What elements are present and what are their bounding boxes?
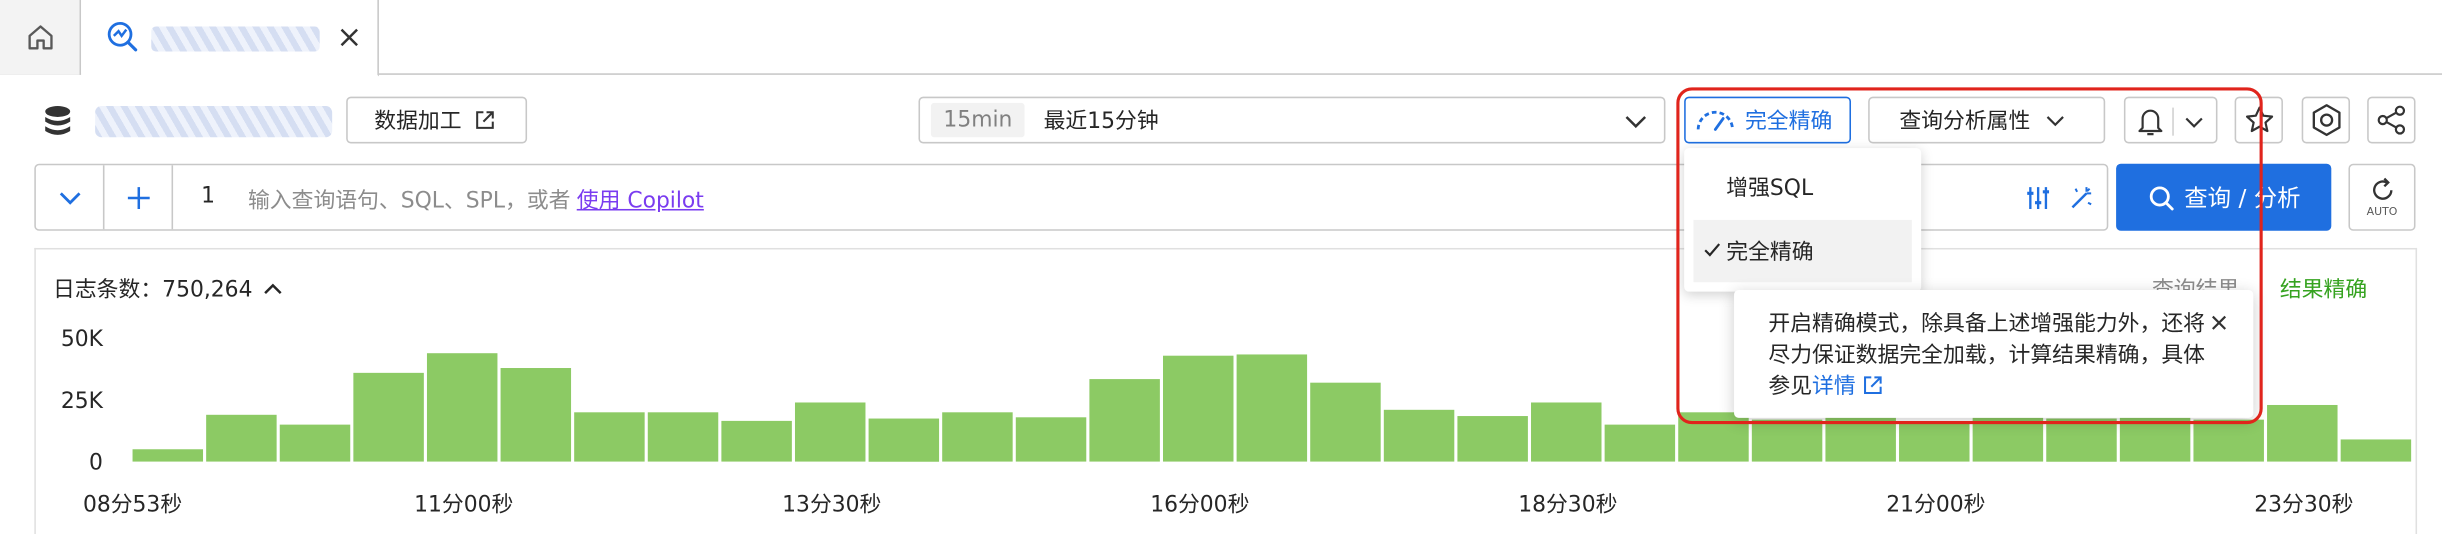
histogram-bar[interactable] — [132, 449, 204, 462]
tooltip-text: 开启精确模式，除具备上述增强能力外，还将尽力保证数据完全加载，计算结果精确，具体… — [1768, 309, 2205, 403]
histogram-bar[interactable] — [1972, 414, 2044, 462]
y-tick-label: 50K — [61, 327, 104, 352]
details-link[interactable]: 详情 — [1812, 374, 1856, 399]
histogram-bar[interactable] — [1751, 419, 1823, 462]
histogram-bar[interactable] — [500, 368, 572, 462]
histogram-bar[interactable] — [721, 420, 792, 462]
histogram-bar[interactable] — [1310, 382, 1381, 462]
histogram-bar[interactable] — [2267, 404, 2338, 462]
histogram-bar[interactable] — [1531, 402, 1602, 462]
x-tick-label: 08分53秒 — [83, 492, 182, 517]
histogram-bar[interactable] — [1236, 354, 1308, 462]
check-icon — [1704, 243, 1721, 257]
histogram-bar[interactable] — [1457, 416, 1528, 462]
histogram-bar[interactable] — [574, 412, 645, 462]
histogram-bar[interactable] — [1383, 409, 1455, 462]
precision-dropdown: 增强SQL 完全精确 — [1684, 148, 1922, 292]
histogram-bar[interactable] — [2193, 419, 2264, 462]
x-tick-label: 13分30秒 — [782, 492, 881, 517]
option-full-precise[interactable]: 完全精确 — [1693, 219, 1912, 283]
histogram-bar[interactable] — [1825, 417, 1896, 462]
option-label: 完全精确 — [1726, 240, 1814, 266]
x-tick-label: 23分30秒 — [2254, 492, 2353, 517]
option-label: 增强SQL — [1726, 176, 1814, 202]
option-enhanced-sql[interactable]: 增强SQL — [1694, 156, 1912, 218]
x-tick-label: 16分00秒 — [1150, 492, 1249, 517]
histogram-bar[interactable] — [1163, 355, 1234, 462]
histogram-bar[interactable] — [1604, 424, 1676, 462]
histogram-bar[interactable] — [1678, 412, 1749, 462]
close-icon[interactable] — [2208, 312, 2230, 334]
x-tick-label: 11分00秒 — [414, 492, 513, 517]
histogram-bar[interactable] — [2340, 439, 2412, 462]
histogram-bar[interactable] — [279, 424, 351, 462]
histogram-bar[interactable] — [868, 418, 940, 462]
external-link-icon[interactable] — [1863, 374, 1885, 396]
histogram-chart[interactable]: 50K 25K 0 08分53秒 11分00秒 13分30秒 16分00秒 18分30秒 21分… — [0, 0, 2442, 534]
histogram-bar[interactable] — [426, 353, 498, 462]
histogram-bar[interactable] — [942, 412, 1013, 462]
histogram-bar[interactable] — [794, 402, 866, 462]
precision-tooltip: 开启精确模式，除具备上述增强能力外，还将尽力保证数据完全加载，计算结果精确，具体… — [1734, 290, 2254, 418]
x-tick-label: 21分00秒 — [1886, 492, 1985, 517]
histogram-bar[interactable] — [1899, 422, 1970, 462]
x-tick-label: 18分30秒 — [1518, 492, 1617, 517]
histogram-bar[interactable] — [647, 412, 719, 462]
histogram-bar[interactable] — [206, 414, 277, 462]
histogram-bar[interactable] — [2046, 418, 2117, 462]
y-tick-label: 0 — [89, 450, 103, 475]
y-tick-label: 25K — [61, 389, 104, 414]
histogram-bar[interactable] — [1089, 379, 1160, 462]
histogram-bar[interactable] — [1015, 417, 1087, 462]
histogram-bar[interactable] — [2119, 412, 2191, 462]
histogram-bar[interactable] — [353, 372, 424, 462]
